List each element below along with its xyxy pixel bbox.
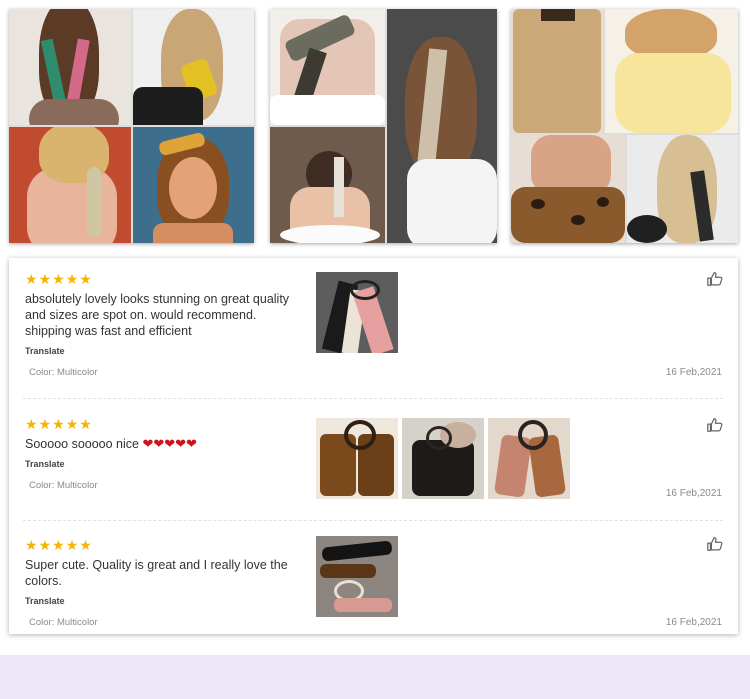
collage-photo-portrait-bow [133,127,254,243]
review-item: ★ ★ ★ ★ ★ Sooooo sooooo nice ❤❤❤❤❤ Trans… [9,400,738,520]
star-icon: ★ [25,271,38,287]
star-icon: ★ [38,537,52,553]
collage-left [9,9,254,243]
color-variant: Color: Multicolor [29,480,98,491]
thumbs-up-icon[interactable] [706,270,724,288]
star-icon: ★ [52,537,65,553]
star-icon: ★ [65,271,79,287]
thumbs-up-icon[interactable] [706,416,724,434]
review-divider [23,520,723,521]
review-date: 16 Feb,2021 [665,367,722,378]
color-variant: Color: Multicolor [29,367,98,378]
star-icon: ★ [52,271,65,287]
translate-link[interactable]: Translate [25,346,65,356]
reviews-card: ★ ★ ★ ★ ★ absolutely lovely looks stunni… [9,258,738,634]
review-item: ★ ★ ★ ★ ★ Super cute. Quality is great a… [9,522,738,634]
star-icon: ★ [79,537,92,553]
star-icon: ★ [65,537,79,553]
thumbs-up-icon[interactable] [706,535,724,553]
review-divider [23,398,723,399]
collage-photo-blonde-ponytail [627,135,738,243]
star-icon: ★ [25,537,38,553]
star-icon: ★ [38,271,52,287]
translate-link[interactable]: Translate [25,459,65,469]
collage-photo-yellow-sweater [605,9,738,133]
star-icon: ★ [25,416,38,432]
review-photo[interactable] [402,418,484,499]
color-variant: Color: Multicolor [29,617,98,628]
star-icon: ★ [79,271,92,287]
collage-photo-ponytail [387,9,497,243]
star-icon: ★ [65,416,79,432]
review-text: absolutely lovely looks stunning on grea… [25,292,290,338]
collage-photo-green-scarf [9,9,131,125]
collage-middle [270,9,497,243]
review-text: Sooooo sooooo nice ❤❤❤❤❤ [25,436,305,452]
star-rating: ★ ★ ★ ★ ★ [25,272,92,286]
heart-emoji: ❤❤❤❤❤ [142,436,197,451]
collage-photo-leopard-scrunchie [511,135,625,243]
star-icon: ★ [52,416,65,432]
star-icon: ★ [38,416,52,432]
star-rating: ★ ★ ★ ★ ★ [25,538,92,552]
star-icon: ★ [79,416,92,432]
star-rating: ★ ★ ★ ★ ★ [25,417,92,431]
review-photo[interactable] [316,418,398,499]
collage-photo-straight-blonde [511,9,603,133]
review-photo[interactable] [316,536,398,617]
collage-photo-neck-scarf [270,9,385,125]
review-date: 16 Feb,2021 [665,617,722,628]
collage-photo-braid-back [9,127,131,243]
review-item: ★ ★ ★ ★ ★ absolutely lovely looks stunni… [9,258,738,398]
collage-right [511,9,738,243]
review-date: 16 Feb,2021 [665,488,722,499]
review-text: Super cute. Quality is great and I reall… [25,558,288,588]
translate-link[interactable]: Translate [25,596,65,606]
collage-photo-yellow-scarf [133,9,254,125]
review-photo[interactable] [488,418,570,499]
review-text-body: Sooooo sooooo nice [25,437,139,451]
review-photo[interactable] [316,272,398,353]
collage-photo-bun-scarf [270,127,385,243]
